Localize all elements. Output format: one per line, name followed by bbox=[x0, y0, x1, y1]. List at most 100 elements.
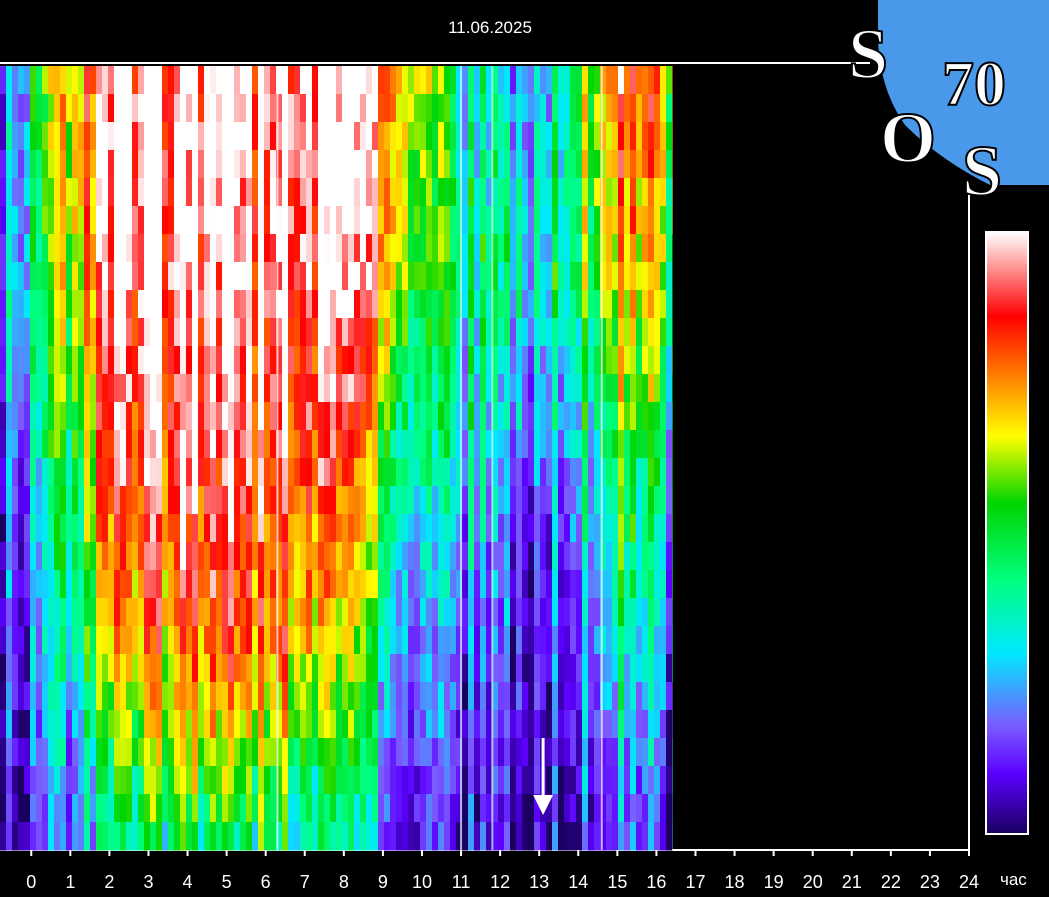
heatmap-cell bbox=[540, 570, 547, 599]
heatmap-cell bbox=[252, 626, 259, 655]
heatmap-cell bbox=[42, 570, 49, 599]
heatmap-cell bbox=[450, 626, 457, 655]
heatmap-cell bbox=[42, 290, 49, 319]
heatmap-cell bbox=[132, 570, 139, 599]
heatmap-cell bbox=[672, 766, 673, 795]
heatmap-cell bbox=[570, 94, 577, 123]
heatmap-cell bbox=[408, 122, 415, 151]
heatmap-cell bbox=[30, 542, 37, 571]
heatmap-cell bbox=[528, 458, 535, 487]
heatmap-cell bbox=[672, 514, 673, 543]
heatmap-cell bbox=[264, 710, 271, 739]
heatmap-cell bbox=[258, 402, 265, 431]
heatmap-cell bbox=[186, 626, 193, 655]
heatmap-cell bbox=[138, 458, 145, 487]
heatmap-cell bbox=[228, 318, 235, 347]
heatmap-cell bbox=[228, 458, 235, 487]
heatmap-cell bbox=[558, 738, 565, 767]
heatmap-cell bbox=[642, 570, 649, 599]
heatmap-cell bbox=[336, 626, 343, 655]
heatmap-cell bbox=[408, 598, 415, 627]
heatmap-cell bbox=[516, 514, 523, 543]
heatmap-cell bbox=[84, 402, 91, 431]
heatmap-cell bbox=[198, 822, 205, 851]
heatmap-cell bbox=[540, 486, 547, 515]
heatmap-cell bbox=[120, 486, 127, 515]
heatmap-cell bbox=[420, 598, 427, 627]
heatmap-cell bbox=[270, 206, 277, 235]
heatmap-cell bbox=[648, 122, 655, 151]
heatmap-cell bbox=[0, 374, 7, 403]
heatmap-cell bbox=[408, 206, 415, 235]
heatmap-cell bbox=[438, 178, 445, 207]
heatmap-cell bbox=[300, 822, 307, 851]
heatmap-cell bbox=[306, 290, 313, 319]
heatmap-cell bbox=[336, 570, 343, 599]
heatmap-cell bbox=[420, 206, 427, 235]
heatmap-cell bbox=[384, 654, 391, 683]
heatmap-cell bbox=[408, 458, 415, 487]
heatmap-cell bbox=[72, 206, 79, 235]
heatmap-cell bbox=[234, 374, 241, 403]
heatmap-cell bbox=[576, 570, 583, 599]
heatmap-cell bbox=[450, 374, 457, 403]
heatmap-cell bbox=[630, 318, 637, 347]
heatmap-cell bbox=[582, 766, 589, 795]
heatmap-cell bbox=[54, 262, 61, 291]
heatmap-cell bbox=[210, 150, 217, 179]
heatmap-cell bbox=[564, 402, 571, 431]
heatmap-cell bbox=[282, 738, 289, 767]
heatmap-cell bbox=[618, 598, 625, 627]
heatmap-cell bbox=[120, 654, 127, 683]
heatmap-cell bbox=[354, 514, 361, 543]
heatmap-cell bbox=[516, 794, 523, 823]
heatmap-cell bbox=[648, 710, 655, 739]
heatmap-cell bbox=[564, 570, 571, 599]
heatmap-cell bbox=[582, 430, 589, 459]
heatmap-cell bbox=[408, 570, 415, 599]
heatmap-cell bbox=[228, 514, 235, 543]
heatmap-cell bbox=[162, 402, 169, 431]
heatmap-cell bbox=[132, 654, 139, 683]
heatmap-cell bbox=[462, 486, 469, 515]
heatmap-cell bbox=[150, 626, 157, 655]
heatmap-cell bbox=[636, 150, 643, 179]
heatmap-cell bbox=[222, 206, 229, 235]
heatmap-cell bbox=[288, 346, 295, 375]
heatmap-cell bbox=[624, 206, 631, 235]
heatmap-cell bbox=[624, 234, 631, 263]
heatmap-cell bbox=[78, 262, 85, 291]
x-tick-label: 23 bbox=[920, 872, 940, 892]
heatmap-cell bbox=[606, 570, 613, 599]
heatmap-cell bbox=[48, 514, 55, 543]
heatmap-cell bbox=[72, 570, 79, 599]
heatmap-cell bbox=[78, 682, 85, 711]
heatmap-cell bbox=[618, 206, 625, 235]
heatmap-cell bbox=[366, 654, 373, 683]
heatmap-cell bbox=[576, 318, 583, 347]
heatmap-cell bbox=[264, 458, 271, 487]
heatmap-cell bbox=[396, 766, 403, 795]
heatmap-cell bbox=[228, 738, 235, 767]
heatmap-cell bbox=[138, 150, 145, 179]
heatmap-cell bbox=[480, 682, 487, 711]
heatmap-cell bbox=[498, 738, 505, 767]
heatmap-cell bbox=[630, 234, 637, 263]
heatmap-cell bbox=[498, 710, 505, 739]
heatmap-cell bbox=[84, 262, 91, 291]
heatmap-cell bbox=[654, 458, 661, 487]
heatmap-cell bbox=[228, 430, 235, 459]
heatmap-cell bbox=[396, 178, 403, 207]
heatmap-cell bbox=[372, 94, 379, 123]
heatmap-cell bbox=[36, 542, 43, 571]
heatmap-cell bbox=[540, 262, 547, 291]
heatmap-cell bbox=[180, 626, 187, 655]
heatmap-cell bbox=[18, 738, 25, 767]
heatmap-cell bbox=[480, 178, 487, 207]
logo-letter-s1: S bbox=[848, 14, 888, 94]
heatmap-cell bbox=[48, 794, 55, 823]
heatmap-cell bbox=[534, 626, 541, 655]
heatmap-cell bbox=[228, 486, 235, 515]
heatmap-cell bbox=[144, 794, 151, 823]
heatmap-cell bbox=[570, 766, 577, 795]
